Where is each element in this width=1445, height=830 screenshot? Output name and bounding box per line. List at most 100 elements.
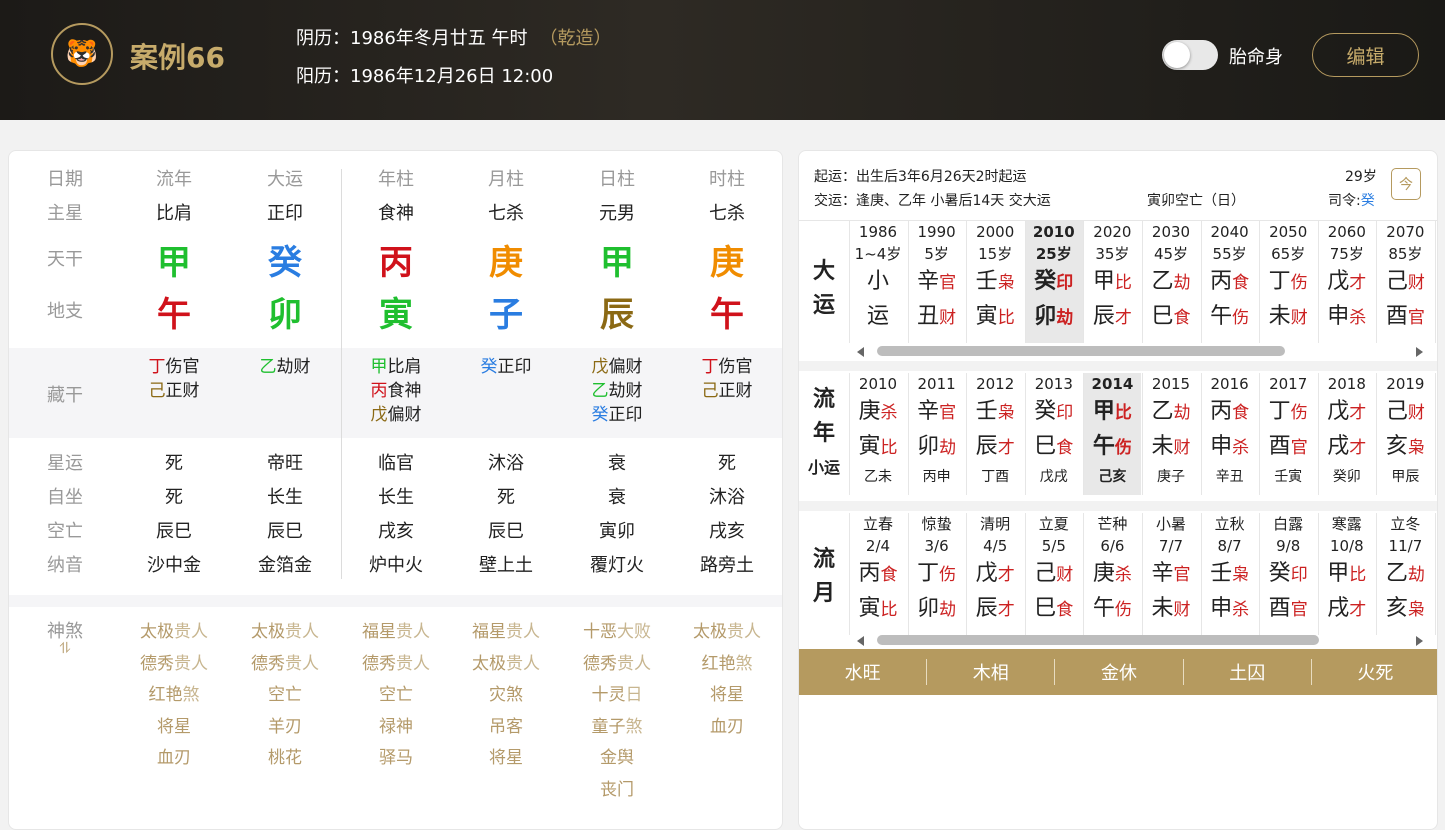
- liuyue-column[interactable]: 立春 2/4 丙食 寅比: [849, 513, 907, 635]
- shensha-item[interactable]: 十恶大败: [562, 617, 672, 649]
- liuyue-column[interactable]: 立秋 8/7 壬枭 申杀: [1201, 513, 1259, 635]
- liuyue-column[interactable]: 芒种 6/6 庚杀 午伤: [1083, 513, 1141, 635]
- pillar-head: 流年: [156, 169, 192, 190]
- collapse-icon[interactable]: ⥮: [9, 639, 121, 657]
- shensha-item[interactable]: 灾煞: [451, 680, 561, 712]
- shensha-item[interactable]: 福星贵人: [341, 617, 451, 649]
- shensha-item[interactable]: 将星: [672, 680, 782, 712]
- liunian-column[interactable]: 2019 己财 亥枭 甲辰: [1376, 373, 1434, 495]
- dayun-column[interactable]: 2020 35岁 甲比 辰才: [1083, 221, 1141, 343]
- liuyue-column[interactable]: 寒露 10/8 甲比 戌才: [1318, 513, 1376, 635]
- shensha-item[interactable]: 血刃: [672, 712, 782, 744]
- separator-band: [9, 595, 782, 607]
- grid-line: [966, 221, 968, 343]
- dayun-scrollbar[interactable]: [857, 346, 1423, 357]
- liuyue-column[interactable]: 立冬 11/7 乙劫 亥枭: [1376, 513, 1434, 635]
- scroll-left-icon[interactable]: [857, 347, 864, 357]
- shensha-item[interactable]: 太极贵人: [230, 617, 340, 649]
- shensha-item[interactable]: 童子煞: [562, 712, 672, 744]
- zhi-shishen: 劫: [939, 600, 957, 620]
- grid-line: [849, 513, 850, 635]
- shensha-item[interactable]: 羊刃: [230, 712, 340, 744]
- zhi-shishen: 比: [880, 438, 898, 458]
- shensha-item[interactable]: 空亡: [230, 680, 340, 712]
- zhi-char: 申: [1327, 304, 1350, 329]
- shensha-b: 贵人: [396, 653, 430, 674]
- shensha-b: 贵人: [174, 622, 208, 642]
- wuxing-item: 火死: [1357, 663, 1394, 684]
- zhi-shishen: 财: [1173, 438, 1191, 458]
- shensha-item[interactable]: 空亡: [341, 680, 451, 712]
- grid-line: [1142, 221, 1143, 343]
- shensha-item[interactable]: 德秀贵人: [119, 649, 229, 681]
- calendar-today-icon[interactable]: 今: [1391, 168, 1421, 200]
- gan-char: 丙: [1210, 269, 1233, 294]
- liunian-column[interactable]: 2016 丙食 申杀 辛丑: [1201, 373, 1259, 495]
- dayun-column[interactable]: 2050 65岁 丁伤 未财: [1259, 221, 1317, 343]
- liuyue-scrollbar[interactable]: [857, 635, 1423, 646]
- liuyue-column[interactable]: 小暑 7/7 辛官 未财: [1142, 513, 1200, 635]
- gan-shishen: 才: [1349, 273, 1367, 293]
- dayun-column[interactable]: 2040 55岁 丙食 午伤: [1201, 221, 1259, 343]
- zhi-char: 亥: [1385, 596, 1408, 621]
- dayun-column[interactable]: 2060 75岁 戊才 申杀: [1318, 221, 1376, 343]
- liuyue-column[interactable]: 惊蛰 3/6 丁伤 卯劫: [908, 513, 966, 635]
- dayun-age: 35岁: [1095, 245, 1130, 263]
- dayun-column[interactable]: 2010 25岁 癸印 卯劫: [1024, 221, 1083, 343]
- liunian-column[interactable]: 2013 癸印 巳食 戊戌: [1025, 373, 1083, 495]
- shensha-item[interactable]: 德秀贵人: [341, 649, 451, 681]
- xingyun-value: 衰: [608, 453, 626, 474]
- edit-button[interactable]: 编辑: [1312, 33, 1419, 77]
- shensha-item[interactable]: 桃花: [230, 743, 340, 775]
- scroll-thumb[interactable]: [877, 635, 1319, 645]
- scroll-right-icon[interactable]: [1416, 347, 1423, 357]
- gan-shishen: 枭: [1232, 565, 1250, 585]
- liunian-column[interactable]: 2011 辛官 卯劫 丙申: [908, 373, 966, 495]
- shensha-item[interactable]: 太极贵人: [672, 617, 782, 649]
- shensha-item[interactable]: 太极贵人: [119, 617, 229, 649]
- scroll-right-icon[interactable]: [1416, 636, 1423, 646]
- jieqi-name: 小暑: [1155, 515, 1186, 533]
- liuyue-column[interactable]: 清明 4/5 戊才 辰才: [966, 513, 1024, 635]
- grid-line: [1435, 513, 1436, 635]
- dizhi-char: 辰: [600, 295, 634, 335]
- scroll-thumb[interactable]: [877, 346, 1285, 356]
- shensha-item[interactable]: 驿马: [341, 743, 451, 775]
- liuyue-column[interactable]: 白露 9/8 癸印 酉官: [1259, 513, 1317, 635]
- dayun-column[interactable]: 2030 45岁 乙劫 巳食: [1142, 221, 1200, 343]
- shensha-item[interactable]: 禄神: [341, 712, 451, 744]
- liunian-column[interactable]: 2012 壬枭 辰才 丁酉: [966, 373, 1024, 495]
- canggan-char: 癸: [591, 405, 609, 425]
- shensha-item[interactable]: 太极贵人: [451, 649, 561, 681]
- shensha-item[interactable]: 十灵日: [562, 680, 672, 712]
- ganzhi-gan: 丙食: [849, 557, 907, 592]
- liunian-column[interactable]: 2015 乙劫 未财 庚子: [1142, 373, 1200, 495]
- ganzhi-gan: 壬枭: [966, 395, 1024, 430]
- shensha-item[interactable]: 金舆: [562, 743, 672, 775]
- shensha-item[interactable]: 德秀贵人: [230, 649, 340, 681]
- shensha-item[interactable]: 丧门: [562, 775, 672, 807]
- liunian-column[interactable]: 2018 戊才 戌才 癸卯: [1318, 373, 1376, 495]
- dayun-column[interactable]: 1986 1~4岁小运: [849, 221, 907, 343]
- kongwang-value: 戌亥: [378, 521, 414, 542]
- shensha-item[interactable]: 吊客: [451, 712, 561, 744]
- shensha-item[interactable]: 血刃: [119, 743, 229, 775]
- gan-char: 辛: [1151, 561, 1174, 586]
- shensha-item[interactable]: 德秀贵人: [562, 649, 672, 681]
- dayun-column[interactable]: 2000 15岁 壬枭 寅比: [966, 221, 1024, 343]
- liunian-column[interactable]: 2010 庚杀 寅比 乙未: [849, 373, 907, 495]
- liunian-column[interactable]: 2014 甲比 午伤 己亥: [1083, 373, 1142, 495]
- grid-line: [1083, 221, 1085, 343]
- shensha-item[interactable]: 将星: [451, 743, 561, 775]
- liunian-column[interactable]: 2017 丁伤 酉官 壬寅: [1259, 373, 1317, 495]
- shensha-item[interactable]: 将星: [119, 712, 229, 744]
- tiangan-char: 癸: [268, 243, 302, 283]
- dayun-column[interactable]: 1990 5岁 辛官 丑财: [908, 221, 966, 343]
- shensha-item[interactable]: 红艳煞: [672, 649, 782, 681]
- shensha-item[interactable]: 福星贵人: [451, 617, 561, 649]
- taimingshen-toggle[interactable]: [1162, 40, 1218, 70]
- shensha-item[interactable]: 红艳煞: [119, 680, 229, 712]
- scroll-left-icon[interactable]: [857, 636, 864, 646]
- liuyue-column[interactable]: 立夏 5/5 己财 巳食: [1025, 513, 1083, 635]
- dayun-column[interactable]: 2070 85岁 己财 酉官: [1376, 221, 1434, 343]
